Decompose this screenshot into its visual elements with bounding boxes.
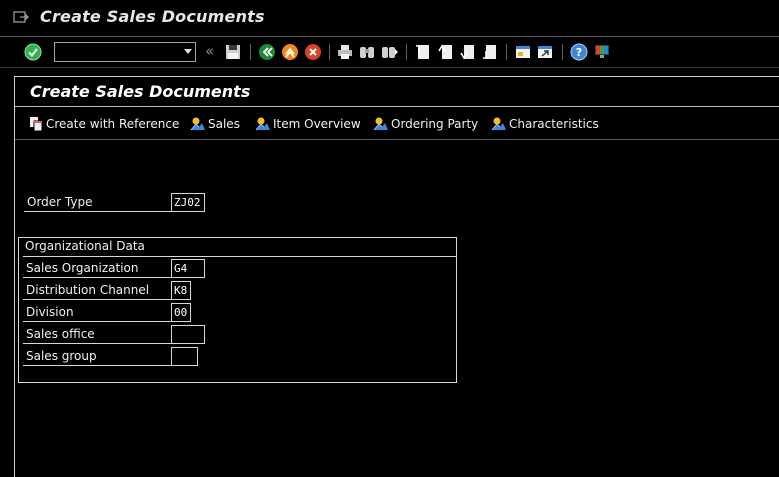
toolbar-separator <box>0 67 779 68</box>
overview-mountain-icon <box>491 117 506 131</box>
double-chevron-left-icon[interactable]: « <box>205 42 214 60</box>
next-page-icon[interactable] <box>459 43 477 61</box>
last-page-icon[interactable] <box>481 43 499 61</box>
sales-group-label: Sales group <box>23 347 172 366</box>
division-input[interactable]: 00 <box>171 303 191 322</box>
chevron-down-icon[interactable] <box>184 49 192 54</box>
toolbar-divider <box>506 44 507 60</box>
characteristics-button[interactable]: Characteristics <box>491 116 599 132</box>
overview-mountain-icon <box>255 117 270 131</box>
distribution-channel-label: Distribution Channel <box>23 281 172 300</box>
command-input[interactable] <box>57 44 175 60</box>
ordering-party-button[interactable]: Ordering Party <box>373 116 478 132</box>
enter-icon[interactable] <box>24 43 42 61</box>
group-title-divider <box>23 256 456 257</box>
sales-organization-input[interactable]: G4 <box>171 259 205 278</box>
screen-title: Create Sales Documents <box>30 82 251 101</box>
cancel-icon[interactable] <box>304 43 322 61</box>
sales-button[interactable]: Sales <box>190 116 240 132</box>
copy-document-icon <box>30 117 43 132</box>
toolbar-divider <box>250 44 251 60</box>
application-toolbar: Create with Reference Sales Item Overvie… <box>15 107 779 139</box>
shortcut-icon[interactable] <box>536 43 554 61</box>
svg-text:?: ? <box>576 46 582 59</box>
sales-group-input[interactable] <box>171 347 198 366</box>
toolbar-divider <box>406 44 407 60</box>
organizational-data-title: Organizational Data <box>25 239 145 253</box>
print-icon[interactable] <box>336 43 354 61</box>
create-with-reference-label: Create with Reference <box>46 117 180 131</box>
overview-mountain-icon <box>190 117 205 131</box>
save-icon[interactable] <box>224 43 242 61</box>
division-label: Division <box>23 303 172 322</box>
menu-exit-icon[interactable] <box>13 10 29 24</box>
overview-mountain-icon <box>373 117 388 131</box>
exit-icon[interactable] <box>281 43 299 61</box>
window-title: Create Sales Documents <box>40 7 265 26</box>
first-page-icon[interactable] <box>414 43 432 61</box>
sales-office-label: Sales office <box>23 325 172 344</box>
toolbar-divider <box>329 44 330 60</box>
item-overview-label: Item Overview <box>273 117 361 131</box>
back-icon[interactable] <box>258 43 276 61</box>
customize-layout-icon[interactable] <box>593 43 611 61</box>
create-session-icon[interactable] <box>514 43 532 61</box>
previous-page-icon[interactable] <box>437 43 455 61</box>
help-icon[interactable]: ? <box>570 43 588 61</box>
order-type-input[interactable]: ZJ02 <box>171 193 205 212</box>
sales-office-input[interactable] <box>171 325 205 344</box>
order-type-label: Order Type <box>24 193 172 212</box>
create-with-reference-button[interactable]: Create with Reference <box>28 116 179 132</box>
characteristics-label: Characteristics <box>509 117 599 131</box>
toolbar-divider <box>562 44 563 60</box>
item-overview-button[interactable]: Item Overview <box>255 116 361 132</box>
sales-label: Sales <box>208 117 240 131</box>
ordering-party-label: Ordering Party <box>391 117 479 131</box>
title-bar: Create Sales Documents <box>0 0 779 36</box>
command-field[interactable] <box>54 42 196 62</box>
find-icon[interactable] <box>358 43 376 61</box>
toolbar-divider <box>15 139 779 140</box>
system-toolbar: « ? <box>0 37 779 67</box>
distribution-channel-input[interactable]: K8 <box>171 281 191 300</box>
find-next-icon[interactable] <box>381 43 399 61</box>
sales-organization-label: Sales Organization <box>23 259 172 278</box>
